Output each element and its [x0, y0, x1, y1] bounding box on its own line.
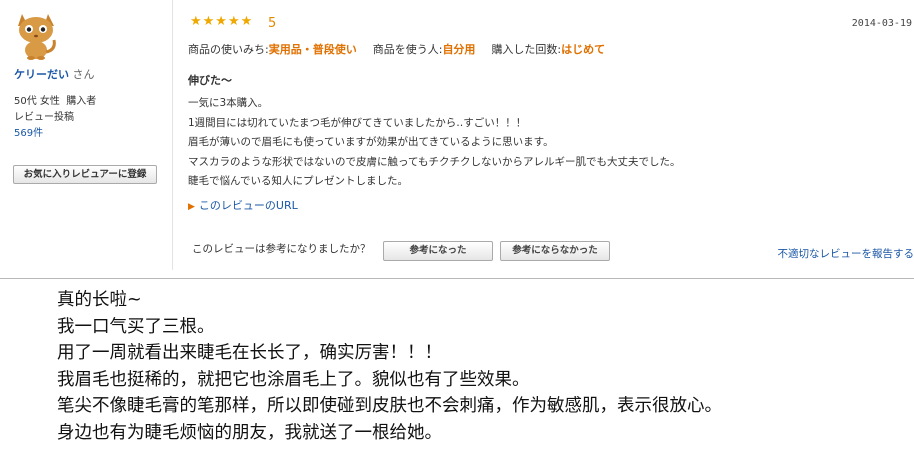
helpful-question: このレビューは参考になりましたか？	[192, 243, 371, 255]
divider	[0, 278, 914, 279]
purchase-value: はじめて	[561, 43, 606, 56]
report-review-link[interactable]: 不適切なレビューを報告する	[778, 246, 914, 261]
triangle-right-icon: ▶	[188, 202, 195, 212]
star-rating: ★★★★★	[190, 14, 254, 29]
reviewer-meta: 50代 女性 購入者 レビュー投稿 569件	[14, 94, 96, 142]
review-line: マスカラのような形状ではないので皮膚に触ってもチクチクしないからアレルギー肌でも…	[188, 155, 681, 168]
favorite-reviewer-button[interactable]: お気に入りレビュアーに登録	[13, 165, 157, 184]
reviewer-name: ケリーだい さん	[14, 66, 95, 82]
reviewer-status: 購入者	[66, 96, 97, 107]
review-card: ケリーだい さん 50代 女性 購入者 レビュー投稿 569件 お気に入りレビュ…	[0, 0, 914, 270]
translation-line: 我眉毛也挺稀的，就把它也涂眉毛上了。貌似也有了些效果。	[57, 369, 530, 390]
review-body: 一気に3本購入。 1週間目には切れていたまつ毛が伸びてきていましたから‥すごい！…	[188, 94, 680, 192]
translation-line: 笔尖不像睫毛膏的笔那样，所以即使碰到皮肤也不会刺痛，作为敏感肌，表示很放心。	[57, 396, 722, 416]
reviewer-age-gender: 50代 女性	[14, 96, 60, 107]
translation-text: 真的长啦~ 我一口气买了三根。 用了一周就看出来睫毛在长长了，确实厉害！！！ 我…	[57, 287, 722, 446]
review-attributes: 商品の使いみち:実用品・普段使い 商品を使う人:自分用 購入した回数:はじめて	[188, 41, 605, 57]
helpful-no-button[interactable]: 参考にならなかった	[500, 241, 610, 261]
review-line: 眉毛が薄いので眉毛にも使っていますが効果が出てきているように思います。	[188, 136, 554, 148]
helpful-yes-button[interactable]: 参考になった	[383, 241, 493, 261]
review-main: ★★★★★ 5 2014-03-19 商品の使いみち:実用品・普段使い 商品を使う…	[186, 0, 914, 270]
translation-line: 用了一周就看出来睫毛在长长了，确实厉害！！！	[57, 343, 442, 363]
cat-avatar-icon	[14, 10, 60, 60]
translation-line: 真的长啦~	[57, 290, 142, 310]
review-line: 睫毛で悩んでいる知人にプレゼントしました。	[188, 175, 408, 187]
review-date: 2014-03-19	[851, 18, 912, 29]
purchase-label: 購入した回数:	[491, 43, 562, 56]
reviewer-honorific: さん	[72, 68, 95, 81]
review-count-label: レビュー投稿	[14, 112, 74, 123]
user-label: 商品を使う人:	[372, 43, 443, 56]
usage-value: 実用品・普段使い	[268, 43, 357, 56]
rating-number: 5	[268, 16, 277, 31]
user-value: 自分用	[442, 43, 476, 56]
review-count-link[interactable]: 569件	[14, 126, 96, 142]
translation-line: 我一口气买了三根。	[57, 316, 215, 337]
review-url-link[interactable]: ▶ このレビューのURL	[188, 197, 298, 213]
review-title: 伸びた～	[188, 74, 232, 87]
review-url-label: このレビューのURL	[198, 199, 298, 212]
reviewer-name-link[interactable]: ケリーだい	[14, 68, 69, 81]
reviewer-sidebar: ケリーだい さん 50代 女性 購入者 レビュー投稿 569件 お気に入りレビュ…	[0, 0, 173, 270]
review-line: 1週間目には切れていたまつ毛が伸びてきていましたから‥すごい！！！	[188, 116, 527, 129]
usage-label: 商品の使いみち:	[188, 43, 269, 56]
translation-line: 身边也有为睫毛烦恼的朋友，我就送了一根给她。	[57, 422, 442, 443]
review-line: 一気に3本購入。	[188, 97, 269, 109]
